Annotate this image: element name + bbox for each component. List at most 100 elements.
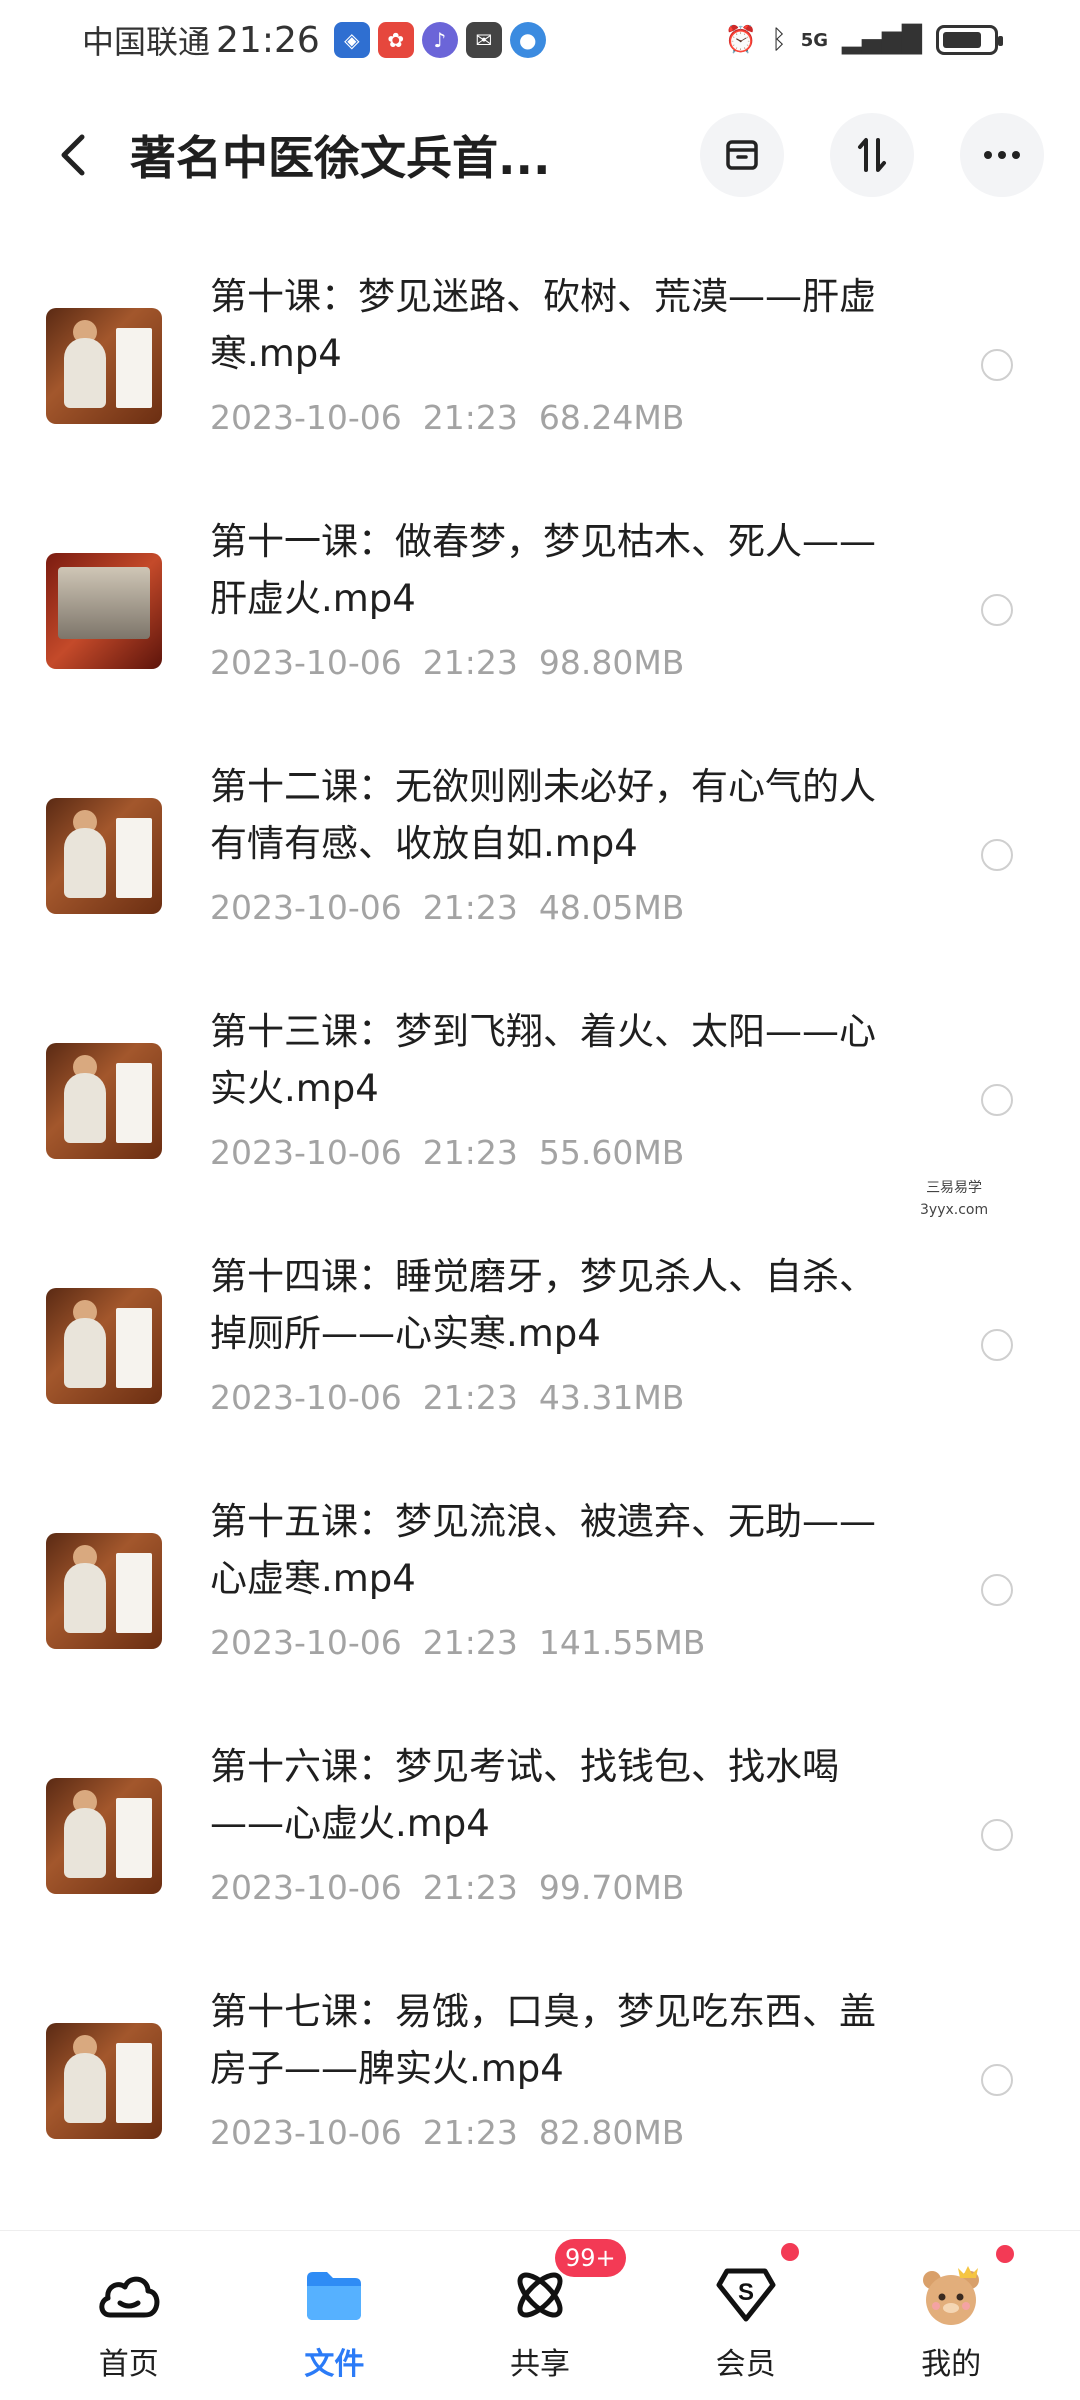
tab-vip[interactable]: S 会员 bbox=[661, 2231, 831, 2400]
file-time: 21:23 bbox=[422, 1133, 518, 1172]
notification-badge: 99+ bbox=[554, 2239, 626, 2277]
app-notification-icon: ● bbox=[509, 22, 546, 58]
file-meta: 2023-10-06 21:23 55.60MB bbox=[210, 1133, 684, 1172]
file-row[interactable]: 第十一课：做春梦，梦见枯木、死人——肝虚火.mp4 2023-10-06 21:… bbox=[0, 475, 1080, 720]
tab-label: 我的 bbox=[921, 2347, 982, 2382]
tab-home[interactable]: 首页 bbox=[44, 2231, 214, 2400]
tab-label: 首页 bbox=[98, 2347, 159, 2382]
file-date: 2023-10-06 bbox=[210, 1868, 402, 1907]
more-options-button[interactable] bbox=[960, 113, 1044, 197]
watermark: 三易易学 3yyx.com bbox=[920, 1177, 988, 1221]
mail-icon: ✉ bbox=[465, 22, 502, 58]
svg-text:S: S bbox=[738, 2279, 754, 2306]
carrier-name: 中国联通 bbox=[82, 23, 211, 61]
file-size: 48.05MB bbox=[538, 888, 685, 927]
vip-diamond-icon: S bbox=[710, 2259, 782, 2331]
file-date: 2023-10-06 bbox=[210, 1623, 402, 1662]
file-meta: 2023-10-06 21:23 141.55MB bbox=[210, 1623, 705, 1662]
video-thumbnail bbox=[46, 553, 162, 669]
file-name: 第十三课：梦到飞翔、着火、太阳——心实火.mp4 bbox=[210, 1010, 876, 1110]
more-dots-icon bbox=[984, 151, 1020, 159]
file-name: 第十课：梦见迷路、砍树、荒漠——肝虚寒.mp4 bbox=[210, 275, 876, 375]
file-date: 2023-10-06 bbox=[210, 888, 402, 927]
file-meta: 2023-10-06 21:23 68.24MB bbox=[210, 398, 684, 437]
select-radio[interactable] bbox=[981, 2064, 1013, 2096]
file-row[interactable]: 第十五课：梦见流浪、被遗弃、无助——心虚寒.mp4 2023-10-06 21:… bbox=[0, 1455, 1080, 1700]
notification-icons: ◈ ✿ ♪ ✉ ● bbox=[333, 22, 546, 58]
tab-share[interactable]: 99+ 共享 bbox=[455, 2231, 626, 2400]
file-size: 99.70MB bbox=[538, 1868, 685, 1907]
archive-button[interactable] bbox=[700, 113, 784, 197]
file-meta: 2023-10-06 21:23 98.80MB bbox=[210, 643, 684, 682]
status-time: 21:26 bbox=[216, 19, 320, 61]
file-name: 第十五课：梦见流浪、被遗弃、无助——心虚寒.mp4 bbox=[210, 1500, 876, 1600]
battery-icon bbox=[936, 25, 1003, 55]
system-indicators: ⏰ ᛒ 5G ▂▄▆█ bbox=[724, 25, 1003, 55]
file-date: 2023-10-06 bbox=[210, 1378, 402, 1417]
file-size: 141.55MB bbox=[538, 1623, 706, 1662]
tab-label: 会员 bbox=[715, 2347, 776, 2382]
file-time: 21:23 bbox=[422, 1868, 518, 1907]
file-meta: 2023-10-06 21:23 82.80MB bbox=[210, 2113, 684, 2152]
select-radio[interactable] bbox=[981, 1574, 1013, 1606]
file-size: 98.80MB bbox=[538, 643, 685, 682]
tab-label: 共享 bbox=[509, 2347, 570, 2382]
file-row[interactable]: 第十课：梦见迷路、砍树、荒漠——肝虚寒.mp4 2023-10-06 21:23… bbox=[0, 230, 1080, 475]
file-row[interactable]: 第十七课：易饿，口臭，梦见吃东西、盖房子——脾实火.mp4 2023-10-06… bbox=[0, 1945, 1080, 2190]
file-row[interactable]: 第十六课：梦见考试、找钱包、找水喝——心虚火.mp4 2023-10-06 21… bbox=[0, 1700, 1080, 1945]
alarm-icon: ⏰ bbox=[724, 25, 758, 55]
file-time: 21:23 bbox=[422, 1623, 518, 1662]
folder-icon bbox=[298, 2259, 370, 2331]
select-radio[interactable] bbox=[981, 1819, 1013, 1851]
file-name: 第十七课：易饿，口臭，梦见吃东西、盖房子——脾实火.mp4 bbox=[210, 1990, 876, 2090]
app-notification-icon: ◈ bbox=[333, 22, 370, 58]
video-thumbnail bbox=[46, 1288, 162, 1404]
select-radio[interactable] bbox=[981, 1329, 1013, 1361]
archive-box-icon bbox=[726, 140, 758, 170]
file-time: 21:23 bbox=[422, 643, 518, 682]
back-button[interactable] bbox=[50, 125, 94, 185]
music-icon: ♪ bbox=[421, 22, 458, 58]
file-row[interactable]: 第十二课：无欲则刚未必好，有心气的人有情有感、收放自如.mp4 2023-10-… bbox=[0, 720, 1080, 965]
select-radio[interactable] bbox=[981, 839, 1013, 871]
file-name: 第十一课：做春梦，梦见枯木、死人——肝虚火.mp4 bbox=[210, 520, 876, 620]
home-cloud-icon bbox=[93, 2259, 165, 2331]
select-radio[interactable] bbox=[981, 594, 1013, 626]
file-size: 55.60MB bbox=[538, 1133, 685, 1172]
signal-icon: ▂▄▆█ bbox=[842, 25, 922, 55]
file-time: 21:23 bbox=[422, 1378, 518, 1417]
sort-button[interactable] bbox=[830, 113, 914, 197]
video-thumbnail bbox=[46, 2023, 162, 2139]
red-dot-indicator bbox=[780, 2243, 799, 2261]
file-time: 21:23 bbox=[422, 398, 518, 437]
file-date: 2023-10-06 bbox=[210, 1133, 402, 1172]
tab-files[interactable]: 文件 bbox=[249, 2231, 419, 2400]
select-radio[interactable] bbox=[981, 349, 1013, 381]
file-list: 第十课：梦见迷路、砍树、荒漠——肝虚寒.mp4 2023-10-06 21:23… bbox=[0, 230, 1080, 2190]
network-type-label: 5G bbox=[800, 29, 829, 51]
file-size: 43.31MB bbox=[538, 1378, 685, 1417]
file-row[interactable]: 第十三课：梦到飞翔、着火、太阳——心实火.mp4 2023-10-06 21:2… bbox=[0, 965, 1080, 1210]
watermark-line1: 三易易学 bbox=[926, 1180, 983, 1196]
sort-icon bbox=[858, 138, 886, 172]
watermark-line2: 3yyx.com bbox=[920, 1202, 989, 1218]
file-size: 68.24MB bbox=[538, 398, 685, 437]
select-radio[interactable] bbox=[981, 1084, 1013, 1116]
file-size: 82.80MB bbox=[538, 2113, 685, 2152]
file-name: 第十二课：无欲则刚未必好，有心气的人有情有感、收放自如.mp4 bbox=[210, 765, 876, 865]
file-name: 第十六课：梦见考试、找钱包、找水喝——心虚火.mp4 bbox=[210, 1745, 839, 1845]
video-thumbnail bbox=[46, 1533, 162, 1649]
file-time: 21:23 bbox=[422, 2113, 518, 2152]
video-thumbnail bbox=[46, 798, 162, 914]
chevron-left-icon bbox=[61, 134, 85, 176]
file-date: 2023-10-06 bbox=[210, 2113, 402, 2152]
file-meta: 2023-10-06 21:23 48.05MB bbox=[210, 888, 684, 927]
video-thumbnail bbox=[46, 1043, 162, 1159]
file-meta: 2023-10-06 21:23 99.70MB bbox=[210, 1868, 684, 1907]
app-notification-icon: ✿ bbox=[377, 22, 414, 58]
video-thumbnail bbox=[46, 1778, 162, 1894]
file-row[interactable]: 第十四课：睡觉磨牙，梦见杀人、自杀、掉厕所——心实寒.mp4 2023-10-0… bbox=[0, 1210, 1080, 1455]
file-meta: 2023-10-06 21:23 43.31MB bbox=[210, 1378, 684, 1417]
tab-profile[interactable]: 我的 bbox=[866, 2231, 1036, 2400]
status-bar: 中国联通 21:26 ◈ ✿ ♪ ✉ ● ⏰ ᛒ 5G ▂▄▆█ bbox=[0, 0, 1080, 80]
